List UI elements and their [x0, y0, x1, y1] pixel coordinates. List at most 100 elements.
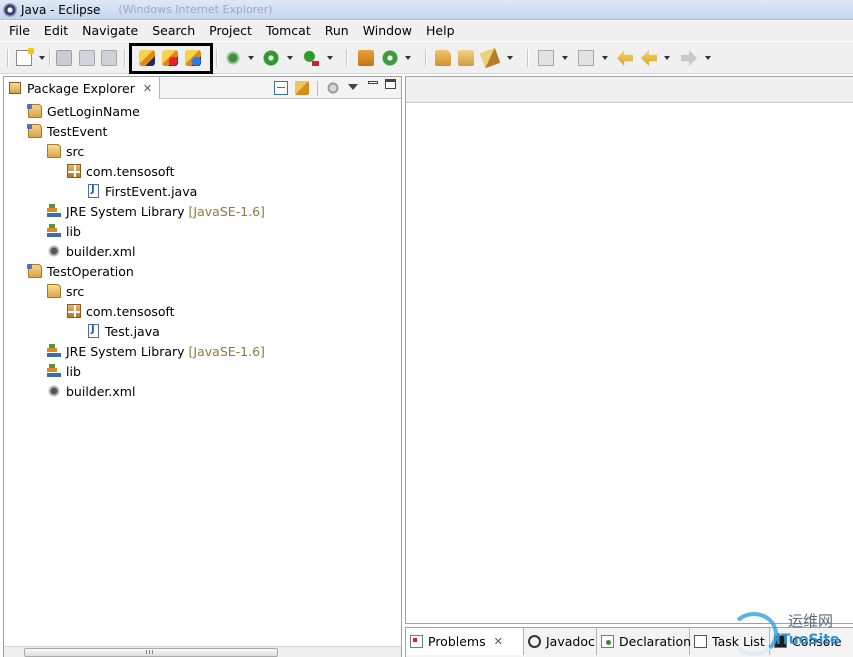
tree-item-library[interactable]: lib: [47, 362, 81, 380]
link-with-editor-icon[interactable]: [295, 81, 309, 95]
menu-window[interactable]: Window: [356, 21, 419, 41]
menu-edit[interactable]: Edit: [37, 21, 75, 41]
tree-item-java-file[interactable]: FirstEvent.java: [86, 182, 197, 200]
back-dropdown[interactable]: [664, 56, 670, 60]
collapse-all-icon[interactable]: [274, 81, 288, 95]
last-edit-location-icon[interactable]: [617, 50, 633, 66]
search-icon[interactable]: [479, 47, 501, 69]
toolbar-separator: [49, 49, 51, 67]
scrollbar-grip: [146, 650, 154, 654]
next-annotation-icon[interactable]: [538, 50, 554, 66]
library-decoration: [JavaSE-1.6]: [188, 203, 265, 219]
menu-run[interactable]: Run: [318, 21, 356, 41]
editor-area: [405, 76, 853, 624]
java-project-icon: [27, 124, 42, 138]
tree-item-package[interactable]: com.tensosoft: [67, 302, 175, 320]
close-icon[interactable]: ✕: [494, 635, 503, 648]
search-dropdown[interactable]: [507, 56, 513, 60]
debug-dropdown[interactable]: [248, 56, 254, 60]
watermark-logo-icon: [730, 612, 778, 656]
tab-problems[interactable]: Problems ✕: [406, 628, 524, 655]
window-title-ghost: (Windows Internet Explorer): [118, 3, 273, 16]
tab-javadoc[interactable]: Javadoc: [524, 628, 597, 655]
view-toolbar-separator: [317, 81, 318, 96]
previous-annotation-dropdown[interactable]: [602, 56, 608, 60]
java-file-icon: [88, 184, 99, 198]
library-icon: [47, 204, 61, 218]
tree-item-source-folder[interactable]: src: [47, 142, 84, 160]
menu-search[interactable]: Search: [145, 21, 202, 41]
ant-file-icon: [47, 244, 61, 258]
tree-item-ant-file[interactable]: builder.xml: [47, 242, 135, 260]
toolbar-separator: [346, 49, 348, 67]
watermark-subtext: iTuoSite: [776, 632, 840, 648]
tree-item-project[interactable]: TestOperation: [27, 262, 134, 280]
window-title: Java - Eclipse: [21, 2, 101, 17]
main-toolbar: [0, 42, 853, 74]
tomcat-buttons-highlight: [129, 43, 213, 74]
next-annotation-dropdown[interactable]: [562, 56, 568, 60]
tree-item-project[interactable]: TestEvent: [27, 122, 107, 140]
declaration-icon: [601, 635, 614, 648]
focus-on-active-task-icon[interactable]: [326, 81, 340, 95]
tree-item-source-folder[interactable]: src: [47, 282, 84, 300]
forward-dropdown[interactable]: [705, 56, 711, 60]
library-icon: [47, 224, 61, 238]
java-project-icon: [27, 104, 42, 118]
new-java-class-dropdown[interactable]: [405, 56, 411, 60]
source-folder-icon: [47, 144, 61, 158]
view-menu-icon[interactable]: [348, 84, 358, 90]
java-file-icon: [88, 324, 99, 338]
watermark-text: 运维网: [788, 612, 834, 630]
external-tools-dropdown[interactable]: [327, 56, 333, 60]
new-java-package-icon[interactable]: [358, 50, 374, 66]
external-tools-icon[interactable]: [303, 50, 319, 66]
debug-icon[interactable]: [225, 50, 241, 66]
run-dropdown[interactable]: [287, 56, 293, 60]
menu-tomcat[interactable]: Tomcat: [259, 21, 318, 41]
menu-navigate[interactable]: Navigate: [75, 21, 145, 41]
open-type-icon[interactable]: [435, 50, 451, 66]
tree-item-project[interactable]: GetLoginName: [27, 102, 140, 120]
new-java-class-icon[interactable]: [382, 50, 398, 66]
package-explorer-view: Package Explorer ✕ GetLoginName TestEven…: [3, 76, 402, 657]
tab-declaration[interactable]: Declaration: [597, 628, 691, 655]
new-wizard-dropdown[interactable]: [39, 56, 45, 60]
maximize-icon[interactable]: [385, 79, 396, 89]
title-bar: Java - Eclipse (Windows Internet Explore…: [0, 0, 853, 20]
back-icon[interactable]: [641, 50, 657, 66]
forward-icon[interactable]: [681, 50, 697, 66]
java-project-icon: [27, 264, 42, 278]
tree-item-library[interactable]: lib: [47, 222, 81, 240]
tree-item-package[interactable]: com.tensosoft: [67, 162, 175, 180]
previous-annotation-icon[interactable]: [578, 50, 594, 66]
menu-help[interactable]: Help: [419, 21, 462, 41]
menu-file[interactable]: File: [2, 21, 37, 41]
task-list-icon: [694, 635, 707, 648]
run-icon[interactable]: [263, 50, 279, 66]
save-all-icon[interactable]: [79, 50, 95, 66]
toolbar-separator: [425, 49, 427, 67]
tree-item-java-file[interactable]: Test.java: [86, 322, 160, 340]
open-task-icon[interactable]: [458, 50, 474, 66]
explorer-horizontal-scrollbar[interactable]: [4, 646, 401, 657]
source-folder-icon: [47, 284, 61, 298]
toolbar-separator: [216, 49, 218, 67]
package-explorer-icon: [9, 82, 21, 94]
tree-item-library[interactable]: JRE System Library [JavaSE-1.6]: [47, 202, 265, 220]
menu-project[interactable]: Project: [202, 21, 259, 41]
tree-item-ant-file[interactable]: builder.xml: [47, 382, 135, 400]
library-icon: [47, 364, 61, 378]
tab-package-explorer[interactable]: Package Explorer ✕: [4, 77, 160, 99]
package-explorer-header: Package Explorer ✕: [4, 77, 401, 99]
save-icon[interactable]: [56, 50, 72, 66]
new-wizard-icon[interactable]: [16, 48, 34, 66]
minimize-icon[interactable]: [368, 81, 378, 84]
print-icon[interactable]: [101, 50, 117, 66]
eclipse-app-icon: [3, 2, 17, 17]
close-icon[interactable]: ✕: [143, 82, 152, 95]
tree-item-library[interactable]: JRE System Library [JavaSE-1.6]: [47, 342, 265, 360]
package-icon: [67, 304, 81, 318]
javadoc-icon: [528, 635, 541, 648]
editor-tab-band: [406, 77, 853, 103]
